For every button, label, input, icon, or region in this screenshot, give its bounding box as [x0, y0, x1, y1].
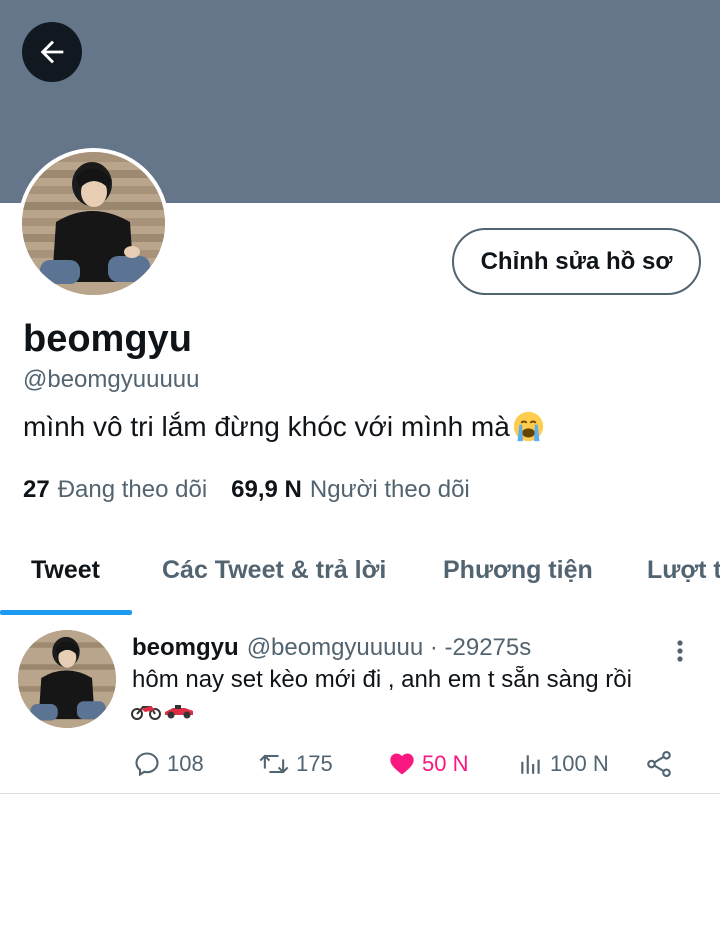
- active-tab-indicator: [0, 610, 132, 615]
- reply-button[interactable]: 108: [133, 746, 204, 782]
- profile-handle: @beomgyuuuuu: [23, 366, 200, 393]
- profile-avatar[interactable]: [18, 148, 169, 299]
- like-button[interactable]: 50 N: [388, 746, 468, 782]
- edit-profile-button[interactable]: Chỉnh sửa hồ sơ: [452, 228, 701, 295]
- profile-tabs: Tweet Các Tweet & trả lời Phương tiện Lư…: [0, 532, 720, 616]
- tab-media[interactable]: Phương tiện: [443, 532, 593, 608]
- followers-label[interactable]: Người theo dõi: [310, 476, 470, 504]
- views-bar-chart-icon: [521, 755, 540, 774]
- tab-tweets-replies[interactable]: Các Tweet & trả lời: [162, 532, 386, 608]
- tweet-item[interactable]: beomgyu @beomgyuuuuu · -29275s hôm nay s…: [0, 616, 720, 794]
- retweet-count: 175: [296, 751, 333, 776]
- retweet-icon: [259, 754, 289, 774]
- more-options-icon[interactable]: [668, 636, 692, 666]
- tab-likes[interactable]: Lượt thích: [647, 532, 720, 608]
- followers-count[interactable]: 69,9 N: [231, 476, 302, 504]
- tweet-header: beomgyu @beomgyuuuuu · -29275s: [132, 634, 531, 662]
- views-count: 100 N: [550, 751, 609, 776]
- loudly-crying-face-icon: [513, 411, 543, 442]
- tweet-actions: 108 175 50 N 100 N: [0, 746, 720, 782]
- share-icon: [647, 750, 671, 778]
- back-button[interactable]: [22, 22, 82, 82]
- following-count[interactable]: 27: [23, 476, 50, 504]
- tab-tweets[interactable]: Tweet: [31, 532, 100, 608]
- tweet-avatar[interactable]: [18, 630, 116, 728]
- heart-filled-icon: [390, 753, 414, 775]
- racing-car-icon: [165, 705, 193, 719]
- reply-count: 108: [167, 751, 204, 776]
- retweet-button[interactable]: 175: [258, 746, 333, 782]
- tweet-author-name[interactable]: beomgyu: [132, 634, 239, 662]
- views-button[interactable]: 100 N: [518, 746, 609, 782]
- tweet-emojis: [131, 700, 195, 720]
- profile-stats: 27 Đang theo dõi 69,9 N Người theo dõi: [23, 476, 470, 504]
- tweet-divider: [0, 793, 720, 794]
- following-label[interactable]: Đang theo dõi: [58, 476, 207, 504]
- tweet-handle-time: @beomgyuuuuu · -29275s: [246, 634, 532, 661]
- profile-display-name: beomgyu: [23, 318, 192, 360]
- profile-bio: mình vô tri lắm đừng khóc với mình mà: [23, 410, 545, 443]
- like-count: 50 N: [422, 751, 469, 776]
- arrow-left-icon: [40, 40, 64, 64]
- bio-text: mình vô tri lắm đừng khóc với mình mà: [23, 410, 510, 442]
- motorcycle-icon: [131, 706, 161, 720]
- tweet-text: hôm nay set kèo mới đi , anh em t sẵn sà…: [132, 666, 632, 693]
- share-button[interactable]: [644, 746, 680, 782]
- reply-icon: [135, 752, 159, 777]
